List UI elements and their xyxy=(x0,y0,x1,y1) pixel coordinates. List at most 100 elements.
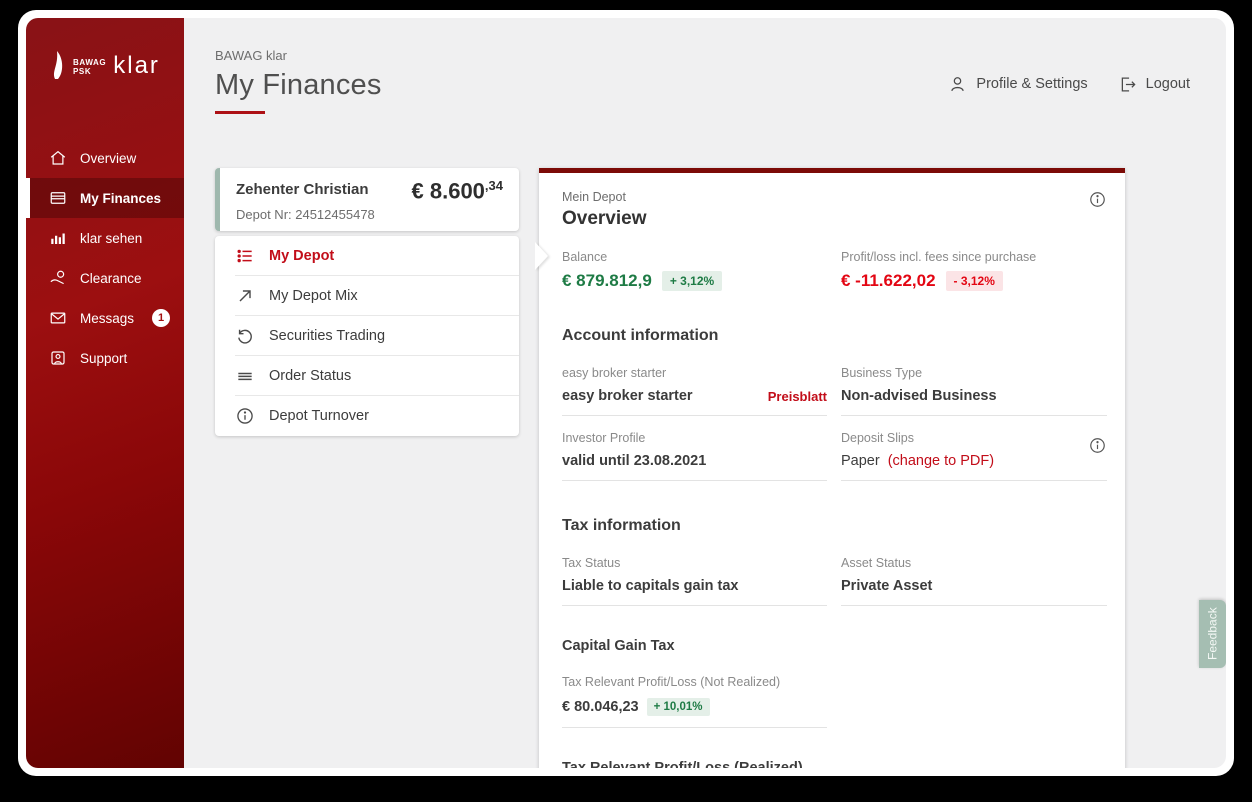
menu-item-label: My Depot Mix xyxy=(269,287,358,304)
sidebar-item-label: Messags xyxy=(80,310,135,326)
brand-bawag-psk: BAWAG PSK xyxy=(73,58,106,80)
menu-item-my-depot[interactable]: My Depot xyxy=(235,236,548,276)
profit-loss-value: € -11.622,02 - 3,12% xyxy=(841,271,1107,291)
field-empty xyxy=(841,660,1107,727)
sidebar-item-label: Support xyxy=(80,350,128,366)
preisblatt-link[interactable]: Preisblatt xyxy=(768,389,827,404)
breadcrumb: BAWAG klar xyxy=(215,48,287,63)
field-label: Tax Status xyxy=(562,556,621,571)
menu-item-label: My Depot xyxy=(269,247,335,264)
logout-button[interactable]: Logout xyxy=(1118,54,1190,114)
field-tax-status: Tax Status Liable to capitals gain tax xyxy=(562,541,827,607)
app-frame: BAWAG PSK klar Overview My Finances klar… xyxy=(26,18,1226,768)
menu-item-label: Depot Turnover xyxy=(269,408,369,424)
panel-header: Mein Depot Overview xyxy=(562,190,1107,230)
profit-loss-amount: € -11.622,02 xyxy=(841,271,936,290)
sidebar-item-overview[interactable]: Overview xyxy=(26,138,184,178)
depot-column: Zehenter Christian Depot Nr: 24512455478… xyxy=(215,168,548,436)
depot-amount: € 8.600,34 xyxy=(412,178,503,204)
history-icon xyxy=(238,329,252,344)
support-person-icon xyxy=(51,351,65,365)
brand-line1: BAWAG xyxy=(73,57,107,67)
menu-item-securities-trading[interactable]: Securities Trading xyxy=(235,316,519,356)
field-label: Asset Status xyxy=(841,556,912,571)
balance-change-badge: + 3,12% xyxy=(661,271,723,291)
capital-gain-tax-title: Capital Gain Tax xyxy=(562,638,675,655)
sidebar-item-label: Clearance xyxy=(80,270,142,286)
deposit-slips-value: Paper xyxy=(841,453,880,470)
depot-overview-panel: Mein Depot Overview Balance € 879.812,9 xyxy=(539,168,1125,768)
field-label: Investor Profile xyxy=(562,431,646,446)
sidebar: BAWAG PSK klar Overview My Finances klar… xyxy=(26,18,184,768)
field-label: Business Type xyxy=(841,366,923,380)
field-value: € 80.046,23 + 10,01% xyxy=(562,697,827,716)
depot-amount-fraction: ,34 xyxy=(484,178,503,193)
menu-item-my-depot-mix[interactable]: My Depot Mix xyxy=(235,276,519,316)
not-realized-amount: € 80.046,23 xyxy=(562,698,639,715)
realized-title: Tax Relevant Profit/Loss (Realized) xyxy=(562,759,803,769)
home-icon xyxy=(50,150,66,165)
balance-value: € 879.812,9 + 3,12% xyxy=(562,271,841,291)
panel-eyebrow: Mein Depot xyxy=(562,190,626,204)
page-header: BAWAG klar My Finances Profile & Setting… xyxy=(184,18,1226,114)
depot-number: Depot Nr: 24512455478 xyxy=(236,207,375,222)
sidebar-item-klar-sehen[interactable]: klar sehen xyxy=(26,218,184,258)
sidebar-item-clearance[interactable]: Clearance xyxy=(26,258,184,298)
overview-info-icon[interactable] xyxy=(1088,190,1107,209)
field-label: Deposit Slips xyxy=(841,431,914,446)
field-product: easy broker starter easy broker starter … xyxy=(562,351,827,417)
deposit-slips-info-icon[interactable] xyxy=(1088,436,1107,455)
account-information-title: Account information xyxy=(562,327,719,344)
panel-title-block: Mein Depot Overview xyxy=(562,190,647,230)
title-underline xyxy=(215,111,265,114)
sidebar-item-my-finances[interactable]: My Finances xyxy=(26,178,184,218)
change-to-pdf-link[interactable]: (change to PDF) xyxy=(888,453,994,469)
brand-logo: BAWAG PSK klar xyxy=(50,50,184,80)
unread-messages-badge: 1 xyxy=(152,309,170,327)
logout-label: Logout xyxy=(1145,76,1190,92)
menu-item-depot-turnover[interactable]: Depot Turnover xyxy=(235,396,519,436)
balance-label: Balance xyxy=(562,250,608,264)
info-icon xyxy=(237,408,253,424)
balance-amount: € 879.812,9 xyxy=(562,271,652,290)
sidebar-item-label: klar sehen xyxy=(80,230,143,246)
sidebar-item-messages[interactable]: Messags 1 xyxy=(26,298,184,338)
profile-settings-label: Profile & Settings xyxy=(976,76,1088,92)
field-investor-profile: Investor Profile valid until 23.08.2021 xyxy=(562,416,827,482)
lines-icon xyxy=(238,372,252,380)
logout-icon xyxy=(1121,77,1136,91)
sidebar-nav: Overview My Finances klar sehen Clearanc… xyxy=(26,138,184,378)
profit-loss-label: Profit/loss incl. fees since purchase xyxy=(841,250,1037,264)
brand-product: klar xyxy=(113,52,160,79)
profile-settings-button[interactable]: Profile & Settings xyxy=(948,54,1088,114)
sidebar-item-support[interactable]: Support xyxy=(26,338,184,378)
field-value: Private Asset xyxy=(841,578,933,595)
account-information-grid: easy broker starter easy broker starter … xyxy=(562,351,1107,482)
menu-item-order-status[interactable]: Order Status xyxy=(235,356,519,396)
field-label: Tax Relevant Profit/Loss (Not Realized) xyxy=(562,675,781,690)
finances-card-icon xyxy=(50,192,66,204)
feedback-tab[interactable]: Feedback xyxy=(1199,600,1226,668)
capital-gain-grid: Tax Relevant Profit/Loss (Not Realized) … xyxy=(562,660,1107,728)
bawag-flame-icon xyxy=(54,51,63,79)
panel-title: Overview xyxy=(562,208,647,229)
header-actions: Profile & Settings Logout xyxy=(948,48,1190,114)
sidebar-item-label: Overview xyxy=(80,150,137,166)
active-item-pointer xyxy=(535,242,548,270)
brand-line2: PSK xyxy=(73,66,92,76)
hand-coin-icon xyxy=(50,270,65,285)
depot-amount-main: € 8.600 xyxy=(411,178,485,204)
profit-loss-change-badge: - 3,12% xyxy=(945,271,1003,291)
page-title: My Finances xyxy=(215,69,382,101)
field-value: Paper (change to PDF) xyxy=(841,453,1107,469)
product-value: easy broker starter xyxy=(562,388,693,405)
profit-loss-stat: Profit/loss incl. fees since purchase € … xyxy=(841,250,1107,291)
content-row: Zehenter Christian Depot Nr: 24512455478… xyxy=(184,114,1226,768)
arrow-up-right-icon xyxy=(239,289,251,302)
depot-summary-card[interactable]: Zehenter Christian Depot Nr: 24512455478… xyxy=(215,168,519,231)
field-value: Non-advised Business xyxy=(841,388,997,405)
field-value: valid until 23.08.2021 xyxy=(562,453,707,470)
tax-information-title: Tax information xyxy=(562,517,681,535)
not-realized-badge: + 10,01% xyxy=(646,697,710,716)
balance-row: Balance € 879.812,9 + 3,12% Profit/loss … xyxy=(562,250,1107,291)
